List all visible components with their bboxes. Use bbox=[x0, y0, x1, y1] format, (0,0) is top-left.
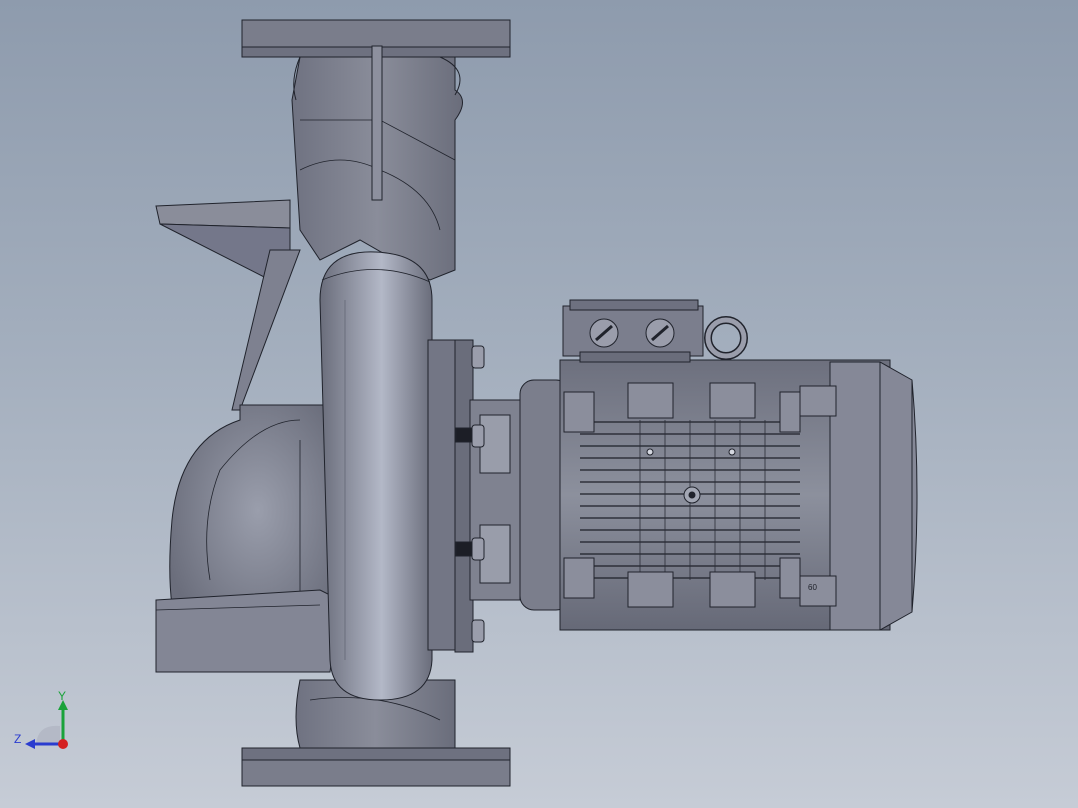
left-support-arm bbox=[155, 199, 291, 229]
lifting-eye-icon bbox=[704, 316, 748, 360]
pump-motor-model[interactable]: 60 bbox=[0, 0, 1078, 808]
nameplate-marking: 60 bbox=[808, 583, 817, 592]
z-axis-label: Z bbox=[14, 732, 21, 746]
cad-viewport[interactable]: 60 Y Z bbox=[0, 0, 1078, 808]
bottom-flange[interactable] bbox=[241, 759, 511, 787]
pump-casing[interactable] bbox=[155, 19, 521, 787]
electric-motor[interactable]: 60 bbox=[519, 299, 918, 631]
fan-cover[interactable] bbox=[829, 361, 918, 631]
top-flange[interactable] bbox=[241, 19, 511, 49]
terminal-box[interactable] bbox=[562, 305, 704, 357]
left-foot bbox=[155, 589, 341, 673]
y-axis-label: Y bbox=[58, 689, 66, 703]
outlet-pipe[interactable] bbox=[319, 251, 433, 701]
axis-triad: Y Z bbox=[14, 689, 68, 749]
